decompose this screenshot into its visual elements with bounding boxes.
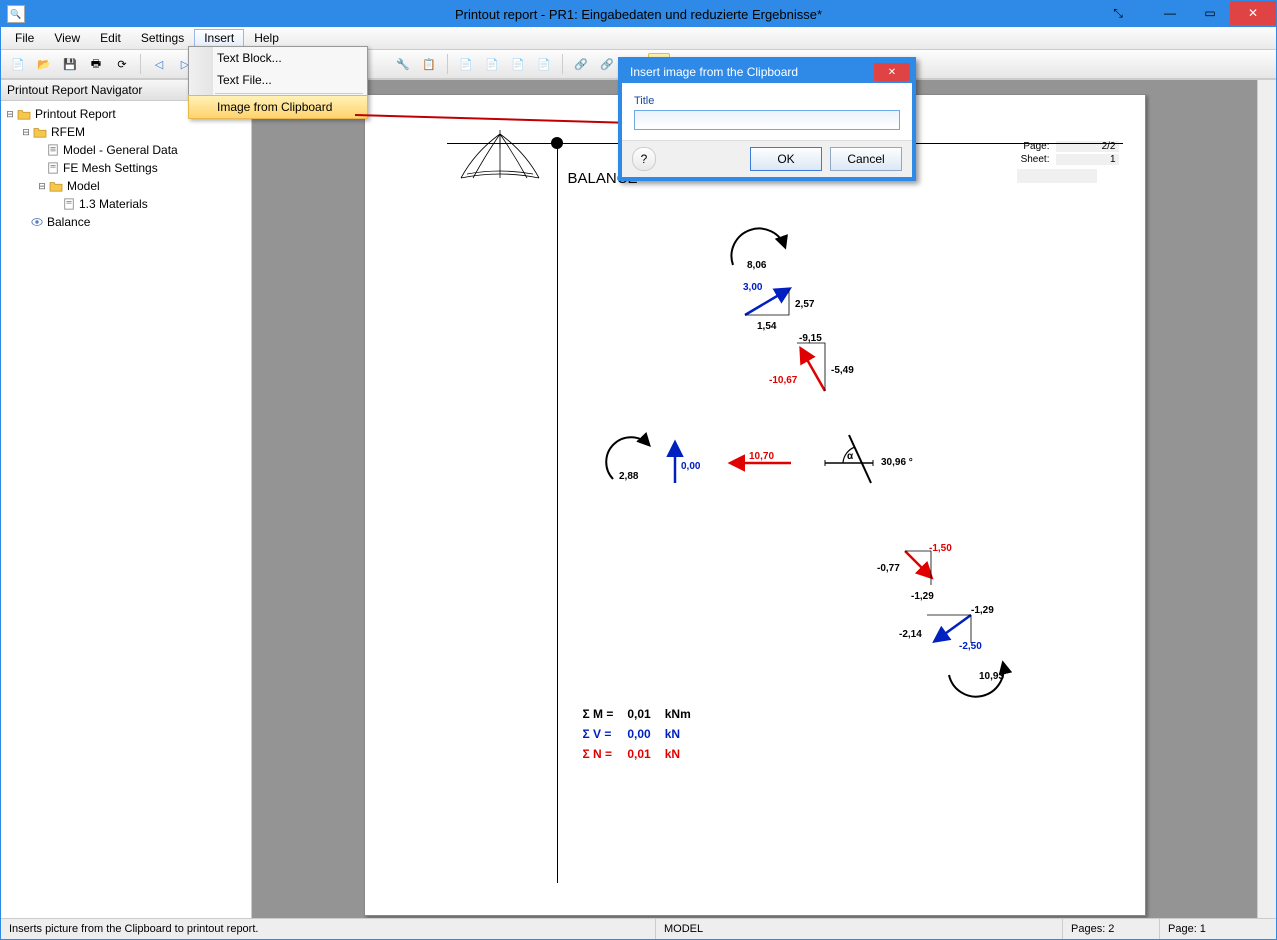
annotation-arrow xyxy=(353,101,643,131)
main-window: 🔍 Printout report - PR1: Eingabedaten un… xyxy=(0,0,1277,940)
svg-text:-9,15: -9,15 xyxy=(799,333,822,344)
title-input[interactable] xyxy=(634,110,900,130)
document-icon xyxy=(47,144,59,156)
svg-text:-1,29: -1,29 xyxy=(911,591,934,602)
cancel-button[interactable]: Cancel xyxy=(830,147,902,171)
insert-image-dialog: Insert image from the Clipboard ✕ Title … xyxy=(618,57,916,181)
titlebar: 🔍 Printout report - PR1: Eingabedaten un… xyxy=(1,1,1276,27)
navigator-panel: Printout Report Navigator ⊟ Printout Rep… xyxy=(1,80,252,918)
title-label: Title xyxy=(634,95,654,107)
status-model: MODEL xyxy=(656,919,1063,939)
prev-icon[interactable]: ◁ xyxy=(148,53,170,75)
svg-text:-0,77: -0,77 xyxy=(877,563,900,574)
document-icon xyxy=(47,162,59,174)
svg-text:-2,50: -2,50 xyxy=(959,641,982,652)
status-page: Page: 1 xyxy=(1160,919,1276,939)
menu-insert[interactable]: Insert xyxy=(194,29,244,47)
svg-text:8,06: 8,06 xyxy=(747,260,767,271)
menu-help[interactable]: Help xyxy=(244,29,289,47)
menu-text-file[interactable]: Text File... xyxy=(189,69,367,91)
statusbar: Inserts picture from the Clipboard to pr… xyxy=(1,918,1276,939)
svg-text:1,54: 1,54 xyxy=(757,321,777,332)
doc3-icon[interactable]: 📄 xyxy=(481,53,503,75)
tree-balance[interactable]: Balance xyxy=(47,215,90,229)
status-hint: Inserts picture from the Clipboard to pr… xyxy=(1,919,656,939)
close-button[interactable]: ✕ xyxy=(1230,1,1276,25)
svg-text:30,96 °: 30,96 ° xyxy=(881,457,913,468)
tree-fe-mesh[interactable]: FE Mesh Settings xyxy=(63,161,158,175)
menu-image-from-clipboard[interactable]: Image from Clipboard xyxy=(188,95,368,119)
svg-text:-2,14: -2,14 xyxy=(899,629,922,640)
vertical-scrollbar[interactable] xyxy=(1257,80,1276,918)
help-button[interactable]: ? xyxy=(632,147,656,171)
status-pages: Pages: 2 xyxy=(1063,919,1160,939)
content-area: Page:2/2 Sheet:1 xyxy=(252,80,1276,918)
tree-rfem[interactable]: RFEM xyxy=(51,125,85,139)
doc2-icon[interactable]: 📄 xyxy=(455,53,477,75)
expand-icon[interactable]: ⤡ xyxy=(1098,1,1138,25)
svg-text:-10,67: -10,67 xyxy=(769,375,798,386)
link-icon[interactable]: 🔗 xyxy=(570,53,592,75)
folder-icon xyxy=(49,180,63,192)
navigator-tree[interactable]: ⊟ Printout Report ⊟ RFEM Model - General… xyxy=(1,101,251,235)
doc-icon[interactable]: 📋 xyxy=(418,53,440,75)
folder-icon xyxy=(17,108,31,120)
svg-text:α: α xyxy=(847,451,854,462)
report-page: Page:2/2 Sheet:1 xyxy=(364,94,1146,916)
maximize-button[interactable]: ▭ xyxy=(1190,1,1230,25)
eye-icon xyxy=(31,216,43,228)
document-icon xyxy=(63,198,75,210)
menu-file[interactable]: File xyxy=(5,29,44,47)
svg-text:2,88: 2,88 xyxy=(619,471,639,482)
menu-view[interactable]: View xyxy=(44,29,90,47)
link2-icon[interactable]: 🔗 xyxy=(596,53,618,75)
refresh-icon[interactable]: ⟳ xyxy=(111,53,133,75)
svg-text:10,93: 10,93 xyxy=(979,671,1004,682)
minimize-button[interactable]: ― xyxy=(1150,1,1190,25)
sum-table: Σ M =0,01kNm Σ V =0,00kN Σ N =0,01kN xyxy=(575,703,699,765)
svg-text:-5,49: -5,49 xyxy=(831,365,854,376)
tree-model[interactable]: Model xyxy=(67,179,100,193)
folder-icon xyxy=(33,126,47,138)
balance-diagram: 8,06 3,00 1,54 2,57 -9,15 -10,67 -5,49 xyxy=(365,135,1145,918)
tree-root[interactable]: Printout Report xyxy=(35,107,116,121)
new-icon[interactable]: 📄 xyxy=(7,53,29,75)
open-icon[interactable]: 📂 xyxy=(33,53,55,75)
doc4-icon[interactable]: 📄 xyxy=(507,53,529,75)
print-icon[interactable]: 🖶 xyxy=(85,53,107,75)
tree-materials[interactable]: 1.3 Materials xyxy=(79,197,148,211)
svg-text:10,70: 10,70 xyxy=(749,451,774,462)
save-icon[interactable]: 💾 xyxy=(59,53,81,75)
svg-text:2,57: 2,57 xyxy=(795,299,815,310)
svg-text:0,00: 0,00 xyxy=(681,461,701,472)
ok-button[interactable]: OK xyxy=(750,147,822,171)
insert-dropdown: Text Block... Text File... Image from Cl… xyxy=(188,46,368,119)
window-title: Printout report - PR1: Eingabedaten und … xyxy=(1,7,1276,22)
dialog-close-button[interactable]: ✕ xyxy=(874,63,910,81)
dialog-titlebar: Insert image from the Clipboard ✕ xyxy=(622,61,912,83)
menu-settings[interactable]: Settings xyxy=(131,29,194,47)
tree-model-general[interactable]: Model - General Data xyxy=(63,143,178,157)
tool-icon[interactable]: 🔧 xyxy=(392,53,414,75)
svg-text:-1,50: -1,50 xyxy=(929,543,952,554)
dialog-title: Insert image from the Clipboard xyxy=(630,65,798,79)
doc5-icon[interactable]: 📄 xyxy=(533,53,555,75)
svg-text:3,00: 3,00 xyxy=(743,282,763,293)
menu-edit[interactable]: Edit xyxy=(90,29,131,47)
svg-text:-1,29: -1,29 xyxy=(971,605,994,616)
menu-text-block[interactable]: Text Block... xyxy=(189,47,367,69)
